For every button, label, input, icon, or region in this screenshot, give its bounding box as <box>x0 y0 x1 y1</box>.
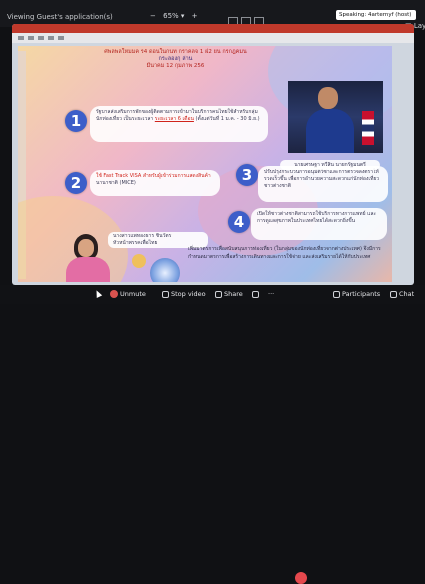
caption2-line1: นางสาวแพทองธาร ชินวัตร <box>113 233 172 239</box>
item-number-3: 3 <box>236 164 258 186</box>
item3-text: ปรับปรุงกระบวนการอนุมัติวีซ่าและการตรวจล… <box>264 169 380 189</box>
slide-footer-text: เพิ่มมาตรการเพื่อสนับสนุนการท่องเที่ยว (… <box>188 246 381 260</box>
window-controls <box>228 11 272 26</box>
video-icon <box>162 290 169 298</box>
item-number-1: 1 <box>65 110 87 132</box>
slide-header-line3: มีนาคม 12 กุมภาพ 256 <box>146 63 205 69</box>
slide-item-1: รัฐบาลส่งเสริมการพักของผู้ติดตามการเข้าม… <box>90 106 268 142</box>
zoom-dropdown-icon[interactable]: ▾ <box>181 12 185 20</box>
flower-decoration <box>132 254 146 268</box>
reactions-icon <box>252 290 259 298</box>
unmute-label: Unmute <box>120 290 146 298</box>
slide-item-2: ใช้ Fast Track VISA สำหรับผู้เข้าร่วมการ… <box>90 170 220 196</box>
share-label: Share <box>224 290 243 298</box>
item-number-2: 2 <box>65 172 87 194</box>
powerpoint-ribbon <box>12 33 414 43</box>
reactions-button[interactable] <box>252 289 261 300</box>
participants-button[interactable]: Participants <box>333 289 380 300</box>
slide-header-line1: ศพลพลใหมมค ร4 ดอนในกนท กราคลจ 1 ฝ2 ยน กร… <box>104 49 247 55</box>
stop-video-button[interactable]: Stop video <box>162 289 206 300</box>
item1-dates: (ตั้งแต่วันที่ 1 ม.ค. - 30 มิ.ย.) <box>195 116 260 122</box>
participants-label: Participants <box>342 290 381 298</box>
zoom-control[interactable]: − 65% ▾ + <box>150 12 203 20</box>
presentation-slide: ศพลพลใหมมค ร4 ดอนในกนท กราคลจ 1 ฝ2 ยน กร… <box>18 46 392 282</box>
powerpoint-titlebar <box>12 24 414 33</box>
prime-minister-photo <box>288 81 383 153</box>
sharing-label: Viewing Guest's application(s) <box>7 13 113 21</box>
stop-video-label: Stop video <box>171 290 206 298</box>
thai-flag <box>362 111 374 145</box>
meeting-toolbar: Unmute Stop video Share ··· Participants… <box>0 285 425 584</box>
item2-fast-track: ใช้ Fast Track VISA สำหรับผู้เข้าร่วมการ… <box>96 173 211 179</box>
layout-label: Layout <box>413 22 425 30</box>
party-leader-photo <box>66 232 110 282</box>
zoom-in-icon[interactable]: + <box>192 12 198 20</box>
share-icon <box>215 290 222 298</box>
slide-header-line2: กระลองกุ ล่าน <box>158 56 193 62</box>
end-call-button[interactable] <box>295 572 307 584</box>
slide-item-3: ปรับปรุงกระบวนการอนุมัติวีซ่าและการตรวจล… <box>258 166 388 202</box>
zoom-out-icon[interactable]: − <box>150 12 156 20</box>
more-button[interactable]: ··· <box>268 289 274 300</box>
globe-decoration <box>150 258 180 282</box>
item1-highlight: ระยะเวลา 6 เดือน <box>154 116 194 122</box>
slide-item-4: เปิดให้ชาวต่างชาติสามารถใช้บริการทางการแ… <box>251 208 387 240</box>
chat-button[interactable]: Chat <box>390 289 414 300</box>
prime-minister-caption: นายเศรษฐา ทวีสิน นายกรัฐมนตรี <box>280 160 380 170</box>
share-button[interactable]: Share <box>215 289 243 300</box>
speaking-indicator: Speaking: 4arternyf (host) <box>336 10 416 20</box>
chat-label: Chat <box>399 290 415 298</box>
slide-header: ศพลพลใหมมค ร4 ดอนในกนท กราคลจ 1 ฝ2 ยน กร… <box>78 49 273 70</box>
meeting-topbar: Viewing Guest's application(s) − 65% ▾ +… <box>0 0 425 30</box>
participants-icon <box>333 290 340 298</box>
unmute-button[interactable]: Unmute <box>110 289 146 300</box>
mic-muted-icon <box>110 290 118 298</box>
shared-screen: ศพลพลใหมมค ร4 ดอนในกนท กราคลจ 1 ฝ2 ยน กร… <box>12 24 414 285</box>
item-number-4: 4 <box>228 211 250 233</box>
chat-icon <box>390 290 397 298</box>
item2-text: นานาชาติ (MICE) <box>96 180 136 186</box>
zoom-value: 65% <box>163 12 179 20</box>
more-icon: ··· <box>268 290 275 298</box>
item4-text: เปิดให้ชาวต่างชาติสามารถใช้บริการทางการแ… <box>257 211 377 224</box>
